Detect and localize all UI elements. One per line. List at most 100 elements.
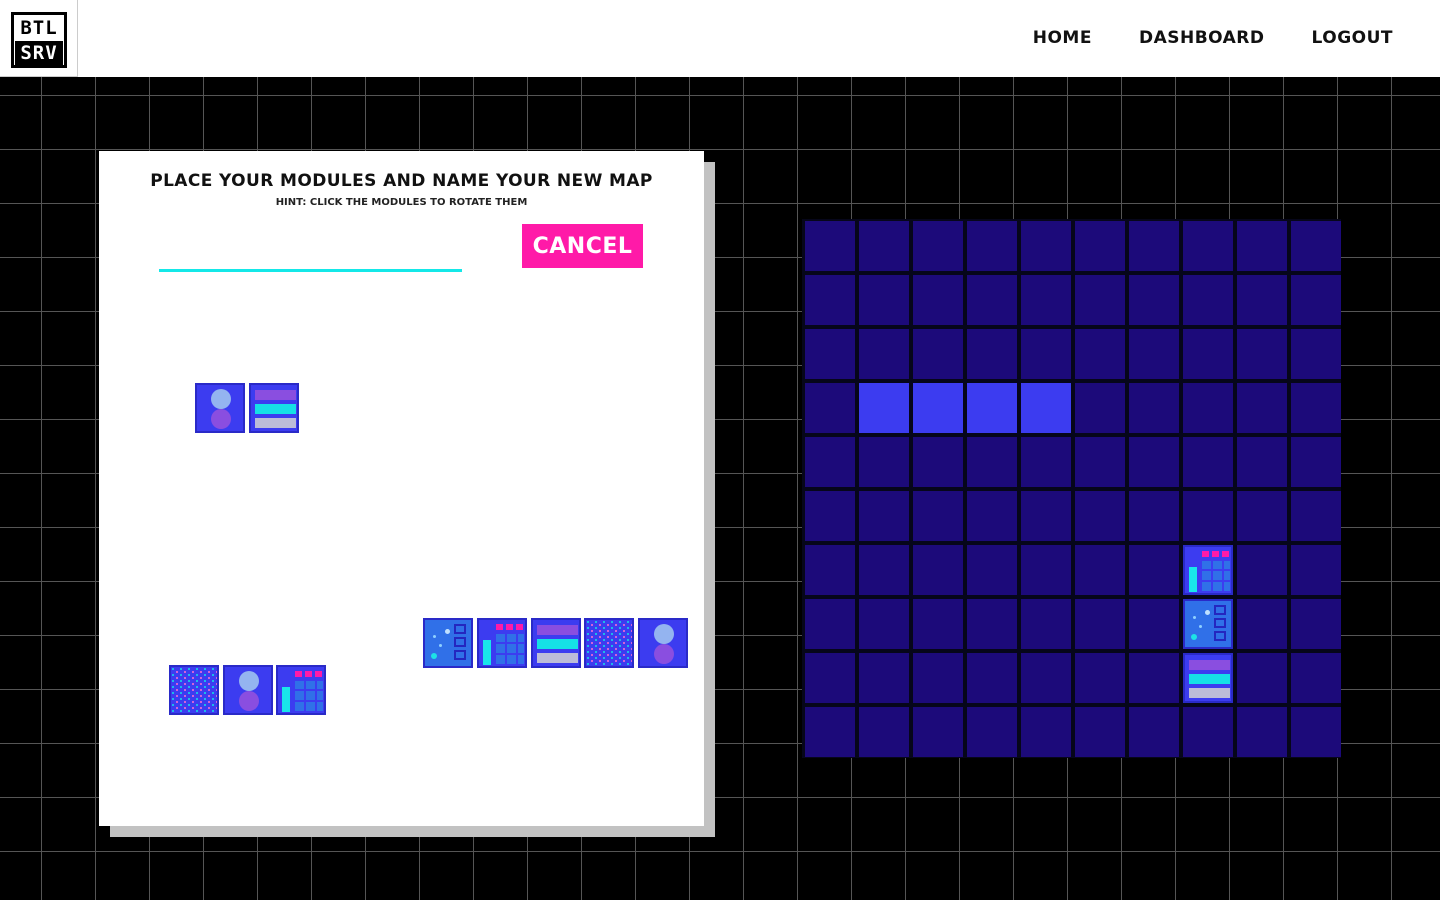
board-cell[interactable] xyxy=(967,437,1017,487)
board-cell[interactable] xyxy=(1291,437,1341,487)
board-cell[interactable] xyxy=(1129,599,1179,649)
board-cell[interactable] xyxy=(913,437,963,487)
board-cell[interactable] xyxy=(1129,275,1179,325)
board-cell[interactable] xyxy=(805,329,855,379)
dot-grid-module-icon[interactable] xyxy=(913,383,963,433)
board-cell[interactable] xyxy=(859,275,909,325)
board-cell[interactable] xyxy=(913,383,963,433)
board-cell[interactable] xyxy=(1129,437,1179,487)
board-cell[interactable] xyxy=(1291,545,1341,595)
board-cell[interactable] xyxy=(1075,491,1125,541)
stripe-module-icon[interactable] xyxy=(530,618,581,668)
capsule-module-icon[interactable] xyxy=(222,665,273,715)
board-cell[interactable] xyxy=(1237,437,1287,487)
board-cell[interactable] xyxy=(1129,707,1179,757)
board-cell[interactable] xyxy=(1075,221,1125,271)
btlsrv-logo[interactable]: BTL SRV xyxy=(0,0,78,77)
board-cell[interactable] xyxy=(1183,329,1233,379)
tank-module-icon[interactable] xyxy=(276,665,326,715)
board-cell[interactable] xyxy=(1237,653,1287,703)
board-cell[interactable] xyxy=(1291,599,1341,649)
stripe-module-icon[interactable] xyxy=(249,383,299,433)
board-cell[interactable] xyxy=(913,707,963,757)
map-name-input[interactable] xyxy=(159,243,462,272)
board-cell[interactable] xyxy=(913,221,963,271)
nav-home-link[interactable]: HOME xyxy=(1033,28,1092,48)
tank-module-icon[interactable] xyxy=(1183,545,1233,595)
board-cell[interactable] xyxy=(859,707,909,757)
board-cell[interactable] xyxy=(1075,545,1125,595)
board-cell[interactable] xyxy=(1021,437,1071,487)
board-cell[interactable] xyxy=(1183,437,1233,487)
board-cell[interactable] xyxy=(1291,653,1341,703)
board-cell[interactable] xyxy=(1021,707,1071,757)
nav-logout-link[interactable]: LOGOUT xyxy=(1312,28,1393,48)
tank-module-icon[interactable] xyxy=(476,618,527,668)
board-cell[interactable] xyxy=(1021,329,1071,379)
board-cell[interactable] xyxy=(913,599,963,649)
board-cell[interactable] xyxy=(1237,545,1287,595)
board-cell[interactable] xyxy=(967,545,1017,595)
board-cell[interactable] xyxy=(1183,221,1233,271)
board-cell[interactable] xyxy=(1237,383,1287,433)
board-cell[interactable] xyxy=(859,383,909,433)
board-cell[interactable] xyxy=(859,329,909,379)
board-cell[interactable] xyxy=(1183,599,1233,649)
dot-grid-module-icon[interactable] xyxy=(169,665,219,715)
board-cell[interactable] xyxy=(913,275,963,325)
board-cell[interactable] xyxy=(805,383,855,433)
board-cell[interactable] xyxy=(1237,329,1287,379)
board-cell[interactable] xyxy=(913,329,963,379)
board-cell[interactable] xyxy=(859,599,909,649)
board-cell[interactable] xyxy=(1021,653,1071,703)
board-cell[interactable] xyxy=(1291,707,1341,757)
board-cell[interactable] xyxy=(1129,383,1179,433)
board-cell[interactable] xyxy=(1183,383,1233,433)
board-cell[interactable] xyxy=(1129,221,1179,271)
board-cell[interactable] xyxy=(967,383,1017,433)
board-cell[interactable] xyxy=(1237,599,1287,649)
board-cell[interactable] xyxy=(1129,329,1179,379)
board-cell[interactable] xyxy=(1075,707,1125,757)
board-cell[interactable] xyxy=(1237,707,1287,757)
stripe-module-icon[interactable] xyxy=(1183,653,1233,703)
board-cell[interactable] xyxy=(1021,491,1071,541)
capsule-module-icon[interactable] xyxy=(195,383,245,433)
board-cell[interactable] xyxy=(1021,275,1071,325)
board-cell[interactable] xyxy=(1075,653,1125,703)
board-cell[interactable] xyxy=(967,707,1017,757)
board-cell[interactable] xyxy=(805,437,855,487)
board-cell[interactable] xyxy=(1075,329,1125,379)
board-cell[interactable] xyxy=(1291,383,1341,433)
panel-module-icon[interactable] xyxy=(1183,599,1233,649)
board-cell[interactable] xyxy=(1021,221,1071,271)
board-cell[interactable] xyxy=(1183,275,1233,325)
board-cell[interactable] xyxy=(1183,545,1233,595)
board-cell[interactable] xyxy=(1291,221,1341,271)
board-cell[interactable] xyxy=(805,707,855,757)
board-cell[interactable] xyxy=(859,437,909,487)
dot-grid-module-icon[interactable] xyxy=(1021,383,1071,433)
board-cell[interactable] xyxy=(805,275,855,325)
board-cell[interactable] xyxy=(859,491,909,541)
board-cell[interactable] xyxy=(805,653,855,703)
board-cell[interactable] xyxy=(967,653,1017,703)
board-cell[interactable] xyxy=(1075,383,1125,433)
board-cell[interactable] xyxy=(913,545,963,595)
board-cell[interactable] xyxy=(1021,599,1071,649)
board-cell[interactable] xyxy=(1021,383,1071,433)
board-cell[interactable] xyxy=(967,275,1017,325)
board-cell[interactable] xyxy=(1021,545,1071,595)
board-cell[interactable] xyxy=(1075,437,1125,487)
board-cell[interactable] xyxy=(859,221,909,271)
board-cell[interactable] xyxy=(1183,707,1233,757)
dot-grid-module-icon[interactable] xyxy=(584,618,635,668)
board-cell[interactable] xyxy=(1291,329,1341,379)
capsule-module-icon[interactable] xyxy=(638,618,689,668)
board-cell[interactable] xyxy=(805,491,855,541)
board-cell[interactable] xyxy=(859,545,909,595)
dot-grid-module-icon[interactable] xyxy=(967,383,1017,433)
board-cell[interactable] xyxy=(805,545,855,595)
panel-module-icon[interactable] xyxy=(423,618,473,668)
board-cell[interactable] xyxy=(1291,491,1341,541)
